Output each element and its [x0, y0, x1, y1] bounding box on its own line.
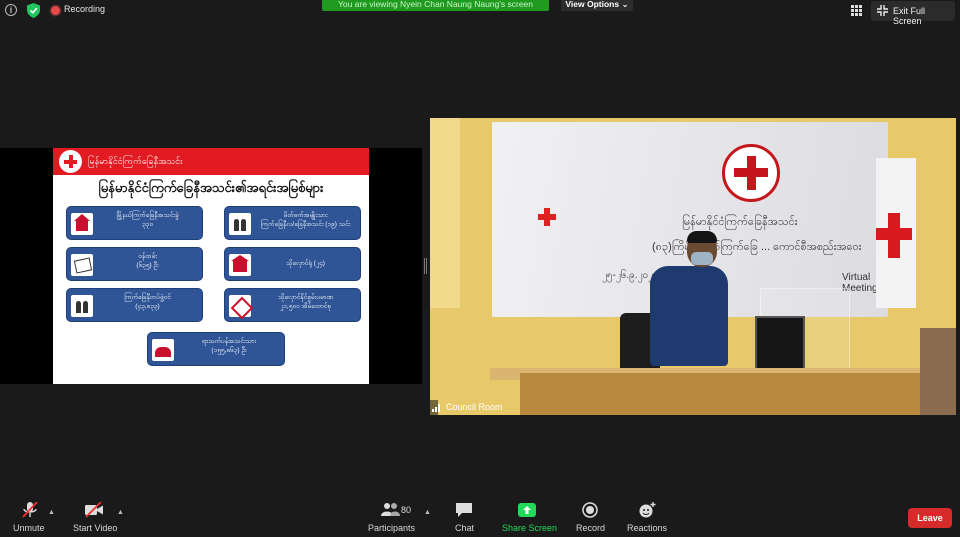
view-options-label: View Options	[565, 0, 620, 9]
start-video-label: Start Video	[73, 523, 118, 533]
slide-header: မြန်မာနိုင်ငံကြက်ခြေနီအသင်း	[53, 148, 369, 175]
slide-box-branches: မြို့နယ်ကြက်ခြေနီအသင်းခွဲ၃၃၀	[66, 206, 203, 240]
speaker-video-tile[interactable]: မြန်မာနိုင်ငံကြက်ခြေနီအသင်း (၈၃)ကြိမ်မြေ…	[430, 118, 956, 415]
participants-count: 80	[401, 505, 412, 515]
exit-fullscreen-icon	[877, 5, 888, 16]
chat-label: Chat	[455, 523, 475, 533]
info-icon[interactable]: i	[5, 4, 17, 16]
volunteers-icon	[71, 295, 93, 317]
red-cross-icon	[538, 208, 556, 226]
participants-options-caret-icon[interactable]: ▲	[424, 509, 431, 516]
video-shelf	[920, 328, 956, 415]
chevron-down-icon: ⌄	[621, 0, 629, 9]
chat-button[interactable]: Chat	[448, 497, 480, 537]
recording-label: Recording	[64, 4, 106, 14]
gallery-grid-icon[interactable]	[851, 5, 862, 16]
shared-screen-panel: မြန်မာနိုင်ငံကြက်ခြေနီအသင်း မြန်မာနိုင်င…	[0, 148, 422, 384]
red-cross-logo-icon	[722, 144, 780, 202]
shield-icon[interactable]	[27, 3, 40, 18]
speaker-body	[650, 266, 728, 366]
start-video-button[interactable]: Start Video	[70, 497, 120, 537]
red-cross-logo-icon	[59, 150, 82, 173]
microphone-muted-icon	[22, 502, 38, 518]
slide-box-volunteers: ကြက်ခြေနီတပ်ဖွဲ့ဝင် (၄၃,၈၃၃)	[66, 288, 203, 322]
record-label: Record	[576, 523, 606, 533]
exit-full-screen-label: Exit Full Screen	[893, 6, 926, 26]
record-icon	[582, 502, 598, 518]
slide-box-warehouses: သိုလှောင်ရုံ (၂၄)	[224, 247, 361, 281]
slide-title: မြန်မာနိုင်ငံကြက်ခြေနီအသင်း၏အရင်းအမြစ်မျ…	[98, 180, 324, 195]
reactions-button[interactable]: Reactions	[624, 497, 668, 537]
box-line: သိုလှောင်နိုင်စွမ်းပမာဏ	[278, 294, 333, 301]
split-view-divider-handle[interactable]	[424, 258, 427, 274]
participant-name: Council Room	[446, 402, 503, 412]
box-line: ၃၃၀	[142, 221, 153, 228]
box-line: ကြက်ခြေနီလ/ခြေနီအသင်း (၁၉) သင်း	[260, 221, 351, 228]
box-line: (၄၃,၈၃၃)	[135, 303, 160, 310]
audio-options-caret-icon[interactable]: ▲	[48, 509, 55, 516]
note-icon	[71, 254, 93, 276]
meeting-top-bar: i Recording You are viewing Nyein Chan N…	[0, 0, 960, 26]
video-wall	[430, 118, 460, 308]
unmute-label: Unmute	[13, 523, 45, 533]
reactions-label: Reactions	[627, 523, 668, 533]
box-line: (၁၅၅,၈၆၃) ဦး	[211, 347, 247, 354]
warehouse-icon	[229, 254, 251, 276]
conference-table	[520, 373, 930, 415]
record-button[interactable]: Record	[572, 497, 608, 537]
slide-box-members: ရာသက်ပန်အသင်းသား (၁၅၅,၈၆၃) ဦး	[147, 332, 285, 366]
box-line: သိုလှောင်ရုံ (၂၄)	[286, 260, 325, 267]
participants-button[interactable]: 80 Participants	[364, 497, 420, 537]
viewing-screen-banner: You are viewing Nyein Chan Naung Naung's…	[322, 0, 549, 11]
presentation-slide: မြန်မာနိုင်ငံကြက်ခြေနီအသင်း မြန်မာနိုင်င…	[53, 148, 369, 384]
box-line: မြို့နယ်ကြက်ခြေနီအသင်းခွဲ	[116, 212, 179, 219]
signal-strength-icon	[432, 404, 442, 412]
banner-line2: (၈၃)ကြိမ်မြောက်ကြက်ခြေ ... ကောင်စီအစည်းအ…	[652, 241, 862, 253]
chat-bubble-icon	[456, 503, 472, 517]
slide-box-partners: မိတ်ဖက်အမျိုးသားကြက်ခြေနီလ/ခြေနီအသင်း (၁…	[224, 206, 361, 240]
participants-label: Participants	[368, 523, 416, 533]
video-options-caret-icon[interactable]: ▲	[117, 509, 124, 516]
share-screen-icon	[518, 503, 536, 517]
slide-box-staff: ဝန်ထမ်း (၆၃၅) ဦး	[66, 247, 203, 281]
share-screen-button[interactable]: Share Screen	[500, 497, 558, 537]
participant-name-tag: Council Room	[430, 400, 503, 415]
box-line: ရာသက်ပန်အသင်းသား	[201, 338, 257, 345]
box-line: ၂၁,၅၀၀ အိမ်ထောင်စု	[280, 303, 331, 310]
box-line: ဝန်ထမ်း	[138, 253, 157, 260]
box-line: (၆၃၅) ဦး	[136, 262, 159, 269]
slide-box-capacity: သိုလှောင်နိုင်စွမ်းပမာဏ၂၁,၅၀၀ အိမ်ထောင်စ…	[224, 288, 361, 322]
slide-org-name: မြန်မာနိုင်ငံကြက်ခြေနီအသင်း	[88, 156, 183, 166]
red-cross-flag	[876, 158, 916, 308]
video-monitor	[755, 316, 805, 371]
video-camera-off-icon	[85, 502, 103, 518]
share-screen-label: Share Screen	[502, 523, 558, 533]
view-options-button[interactable]: View Options ⌄	[561, 0, 633, 11]
exit-full-screen-button[interactable]: Exit Full Screen	[871, 1, 955, 26]
box-line: ကြက်ခြေနီတပ်ဖွဲ့ဝင်	[124, 294, 171, 301]
unmute-button[interactable]: Unmute	[8, 497, 52, 537]
smiley-plus-icon	[639, 502, 656, 518]
participants-icon	[381, 503, 400, 516]
box-line: မိတ်ဖက်အမျိုးသား	[283, 212, 328, 219]
banner-line1: မြန်မာနိုင်ငံကြက်ခြေနီအသင်း	[682, 216, 798, 228]
people-icon	[229, 213, 251, 235]
house-icon	[71, 213, 93, 235]
speaker-mask	[691, 252, 713, 265]
meeting-controls-toolbar: Unmute ▲ Start Video ▲ 80 Participants ▲…	[0, 497, 960, 537]
box-icon	[229, 295, 251, 317]
recording-dot-icon	[51, 6, 60, 15]
speaker-hair	[687, 231, 717, 243]
leave-meeting-button[interactable]: Leave	[908, 508, 952, 528]
crowd-icon	[152, 339, 174, 361]
